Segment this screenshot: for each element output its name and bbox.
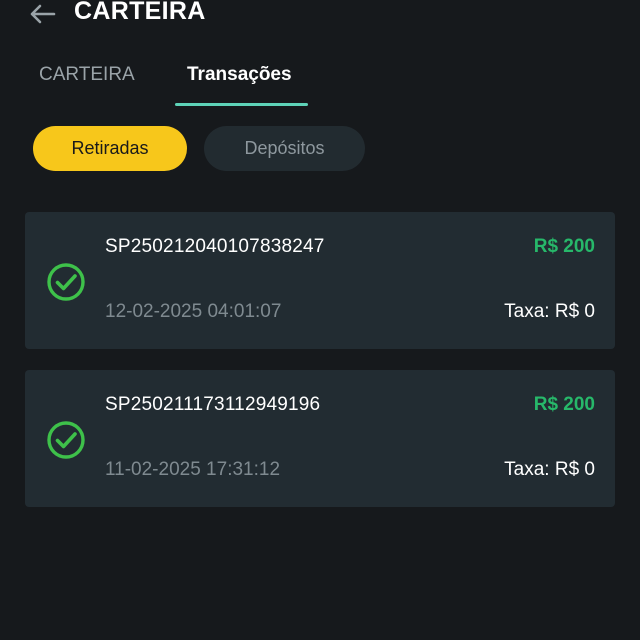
tab-transacoes[interactable]: Transações (187, 64, 292, 104)
transaction-id: SP250211173112949196 (105, 394, 321, 415)
tab-bar: CARTEIRA Transações (0, 56, 640, 108)
transaction-fee: Taxa: R$ 0 (504, 301, 595, 322)
transaction-datetime: 12-02-2025 04:01:07 (105, 301, 282, 322)
active-tab-indicator (175, 103, 308, 106)
filter-depositos-button[interactable]: Depósitos (204, 126, 365, 171)
transaction-amount: R$ 200 (533, 236, 595, 257)
wallet-screen: CARTEIRA CARTEIRA Transações Retiradas D… (0, 0, 640, 640)
transaction-fee: Taxa: R$ 0 (504, 459, 595, 480)
transaction-card[interactable]: SP250211173112949196 R$ 200 11-02-2025 1… (25, 370, 615, 507)
header: CARTEIRA (0, 0, 640, 34)
transaction-id: SP250212040107838247 (105, 236, 325, 257)
check-circle-icon (47, 421, 85, 459)
arrow-left-icon (30, 4, 56, 24)
back-button[interactable] (24, 0, 60, 28)
transaction-card[interactable]: SP250212040107838247 R$ 200 12-02-2025 0… (25, 212, 615, 349)
tab-carteira[interactable]: CARTEIRA (39, 64, 135, 104)
page-title: CARTEIRA (74, 0, 206, 25)
transaction-datetime: 11-02-2025 17:31:12 (105, 459, 281, 480)
transaction-amount: R$ 200 (533, 394, 595, 415)
check-circle-icon (47, 263, 85, 301)
filter-retiradas-button[interactable]: Retiradas (33, 126, 187, 171)
